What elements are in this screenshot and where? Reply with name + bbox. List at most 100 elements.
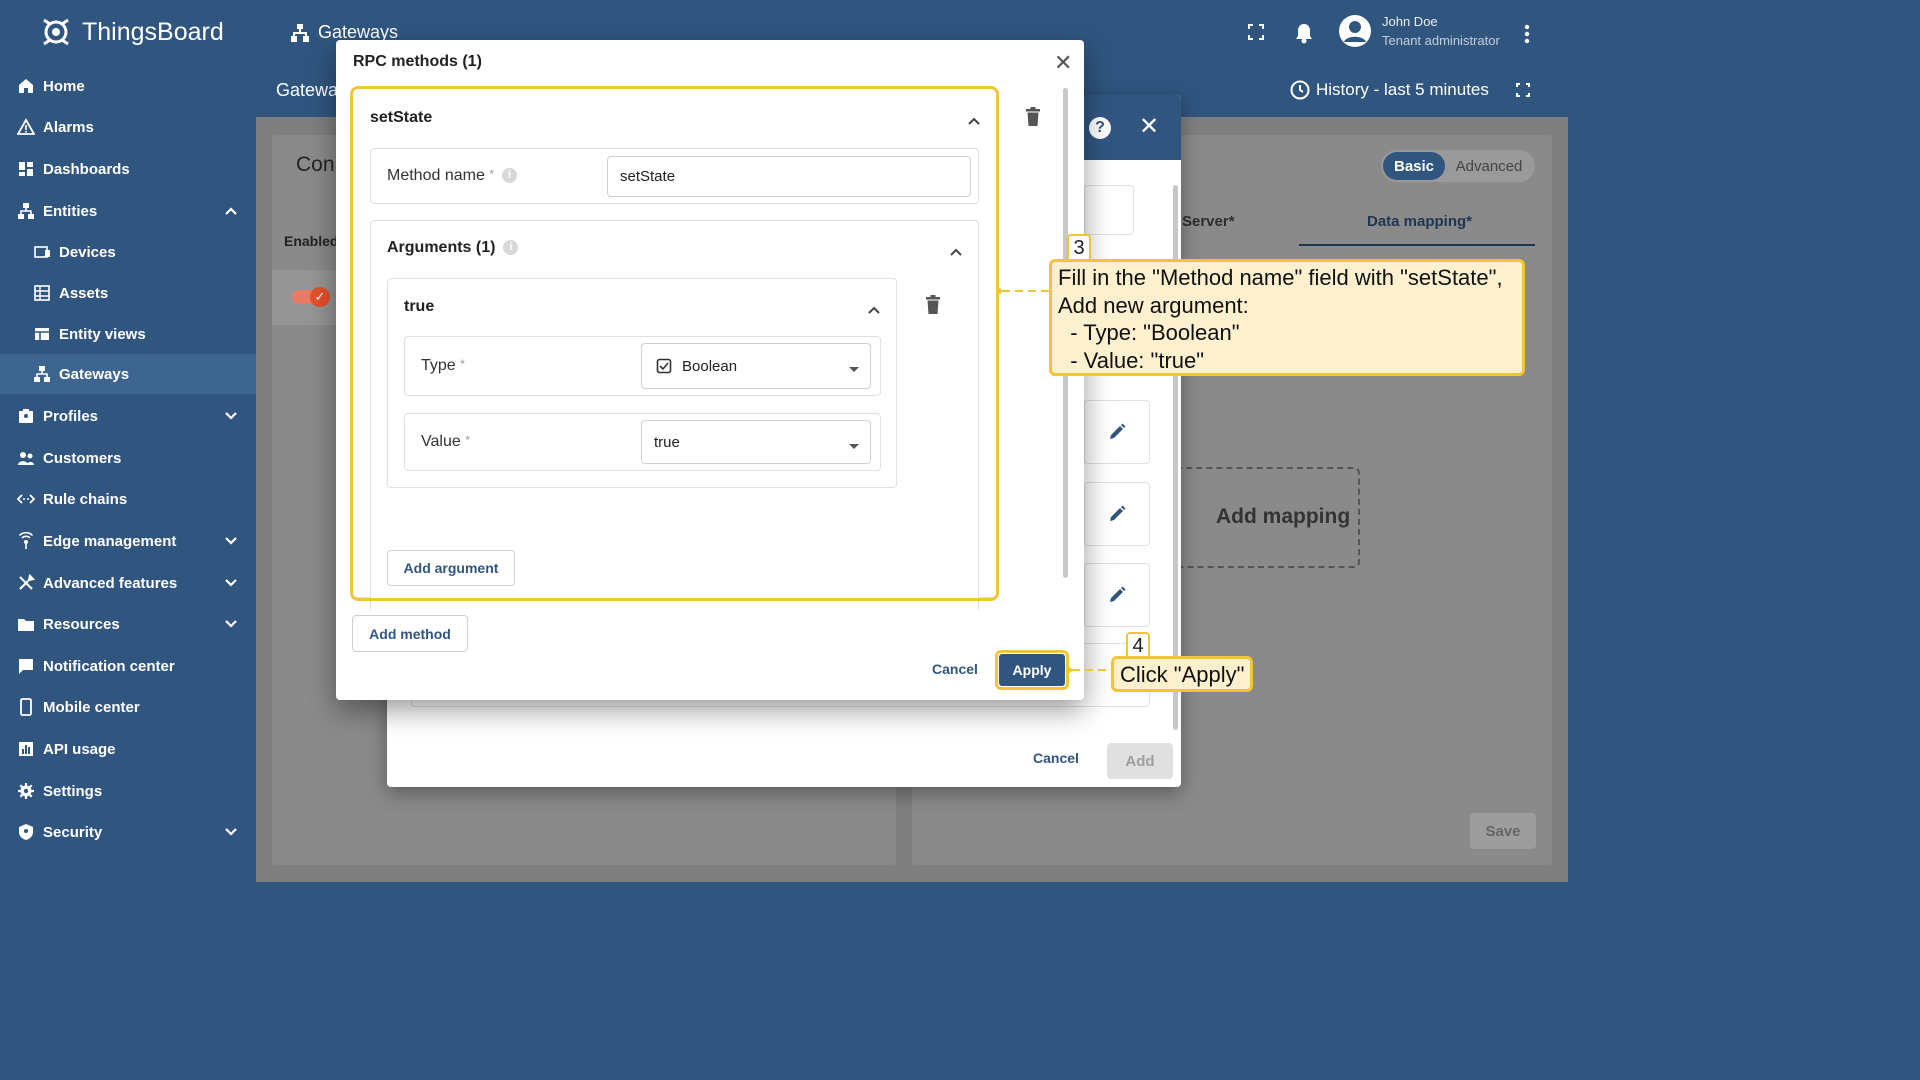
fullscreen-icon[interactable] xyxy=(1248,24,1264,45)
folder-icon xyxy=(17,615,35,633)
settings-icon xyxy=(17,782,35,800)
mode-toggle[interactable]: Basic Advanced xyxy=(1381,150,1535,182)
step3-line-2: Add new argument: xyxy=(1058,292,1249,318)
secondary-close-icon[interactable]: ✕ xyxy=(1139,115,1159,139)
chevron-down-icon[interactable] xyxy=(224,408,238,425)
chart-icon xyxy=(17,740,35,758)
sidebar-item-resources[interactable]: Resources xyxy=(0,604,256,644)
chevron-down-icon[interactable] xyxy=(224,616,238,633)
tab-server[interactable]: Server* xyxy=(1182,213,1235,230)
edit-icon[interactable] xyxy=(1107,585,1127,605)
check-icon: ✓ xyxy=(310,287,330,307)
chevron-down-icon[interactable] xyxy=(224,824,238,841)
sidebar-item-advanced-features[interactable]: Advanced features xyxy=(0,563,256,603)
security-icon xyxy=(17,823,35,841)
close-icon[interactable]: ✕ xyxy=(1054,52,1072,74)
chevron-up-icon[interactable] xyxy=(224,203,238,220)
tab-indicator xyxy=(1299,244,1535,246)
home-icon xyxy=(17,77,35,95)
mode-advanced[interactable]: Advanced xyxy=(1445,152,1533,180)
sidebar-item-assets[interactable]: Assets xyxy=(0,273,256,313)
edit-row-2[interactable] xyxy=(1084,482,1150,546)
history-timewindow[interactable]: History - last 5 minutes xyxy=(1290,80,1489,100)
app-logo[interactable]: ThingsBoard xyxy=(38,14,224,50)
thingsboard-logo-icon xyxy=(43,18,69,46)
device-icon xyxy=(33,243,51,261)
profiles-icon xyxy=(17,407,35,425)
tools-icon xyxy=(17,574,35,592)
sidebar-item-customers[interactable]: Customers xyxy=(0,438,256,478)
sidebar-item-label: Entities xyxy=(43,202,98,220)
sidebar-item-home[interactable]: Home xyxy=(0,66,256,106)
step3-highlight xyxy=(350,86,999,601)
notification-icon xyxy=(17,657,35,675)
step3-connector xyxy=(996,288,1052,294)
chevron-down-icon[interactable] xyxy=(224,533,238,550)
sidebar-item-entity-views[interactable]: Entity views xyxy=(0,314,256,354)
sidebar-item-profiles[interactable]: Profiles xyxy=(0,396,256,436)
sidebar-item-settings[interactable]: Settings xyxy=(0,771,256,811)
help-icon[interactable]: ? xyxy=(1089,117,1111,139)
sidebar-item-label: Alarms xyxy=(43,118,94,136)
secondary-add-button[interactable]: Add xyxy=(1107,743,1173,779)
expand-icon[interactable] xyxy=(1516,83,1530,102)
delete-method-icon[interactable] xyxy=(1025,107,1041,132)
alarm-icon xyxy=(17,118,35,136)
secondary-cancel-button[interactable]: Cancel xyxy=(1033,750,1079,766)
sidebar-item-label: Mobile center xyxy=(43,698,140,716)
sidebar-item-devices[interactable]: Devices xyxy=(0,232,256,272)
sidebar-item-notification-center[interactable]: Notification center xyxy=(0,646,256,686)
sidebar-item-mobile-center[interactable]: Mobile center xyxy=(0,687,256,727)
sidebar-item-alarms[interactable]: Alarms xyxy=(0,107,256,147)
sidebar-item-label: Dashboards xyxy=(43,160,130,178)
step3-line-4: - Value: "true" xyxy=(1058,347,1205,373)
customers-icon xyxy=(17,449,35,467)
edit-icon[interactable] xyxy=(1107,504,1127,524)
sidebar-item-gateways[interactable]: Gateways xyxy=(0,354,256,394)
tab-data-mapping[interactable]: Data mapping* xyxy=(1367,213,1472,230)
sidebar-item-label: Devices xyxy=(59,243,116,261)
asset-icon xyxy=(33,284,51,302)
sidebar-item-label: Security xyxy=(43,823,103,841)
step3-line-1: Fill in the "Method name" field with "se… xyxy=(1058,265,1503,290)
sidebar-item-label: Resources xyxy=(43,615,120,633)
user-name: John Doe xyxy=(1382,14,1438,29)
mode-basic[interactable]: Basic xyxy=(1383,152,1445,180)
step3-callout: Fill in the "Method name" field with "se… xyxy=(1049,259,1525,376)
cancel-button[interactable]: Cancel xyxy=(932,661,978,677)
enabled-toggle[interactable]: ✓ xyxy=(292,287,330,307)
dashboard-icon xyxy=(17,160,35,178)
step4-callout: Click "Apply" xyxy=(1111,656,1253,692)
rpc-methods-dialog: RPC methods (1) ✕ setState Method name *… xyxy=(336,40,1084,700)
gateway-icon xyxy=(291,23,309,42)
save-button[interactable]: Save xyxy=(1470,813,1536,849)
history-label: History - last 5 minutes xyxy=(1316,80,1489,99)
sidebar-item-rule-chains[interactable]: Rule chains xyxy=(0,479,256,519)
dialog-title: RPC methods (1) xyxy=(353,53,482,70)
edit-row-1[interactable] xyxy=(1084,400,1150,464)
connectors-title: Con xyxy=(296,153,335,176)
step4-connector xyxy=(1066,667,1112,673)
sidebar-item-label: Rule chains xyxy=(43,490,128,508)
notifications-icon[interactable] xyxy=(1294,22,1314,49)
enabled-column-header: Enabled xyxy=(284,233,339,249)
sidebar-item-entities[interactable]: Entities xyxy=(0,191,256,231)
user-role: Tenant administrator xyxy=(1382,33,1500,48)
sidebar-item-dashboards[interactable]: Dashboards xyxy=(0,149,256,189)
add-method-button[interactable]: Add method xyxy=(352,615,468,652)
apply-button[interactable]: Apply xyxy=(999,654,1065,686)
add-mapping-label[interactable]: Add mapping xyxy=(1216,505,1350,529)
sidebar-item-label: Advanced features xyxy=(43,574,178,592)
sidebar-item-api-usage[interactable]: API usage xyxy=(0,729,256,769)
edit-row-3[interactable] xyxy=(1084,563,1150,627)
step3-line-3: - Type: "Boolean" xyxy=(1058,320,1240,345)
sidebar-item-edge-management[interactable]: Edge management xyxy=(0,521,256,561)
user-menu[interactable]: John Doe Tenant administrator xyxy=(1338,14,1500,48)
sidebar-item-security[interactable]: Security xyxy=(0,812,256,852)
rule-chain-icon xyxy=(17,490,35,508)
more-vert-icon[interactable] xyxy=(1524,24,1530,49)
chevron-down-icon[interactable] xyxy=(224,575,238,592)
edit-icon[interactable] xyxy=(1107,422,1127,442)
secondary-field-box xyxy=(1084,185,1134,235)
app-name: ThingsBoard xyxy=(82,17,224,46)
